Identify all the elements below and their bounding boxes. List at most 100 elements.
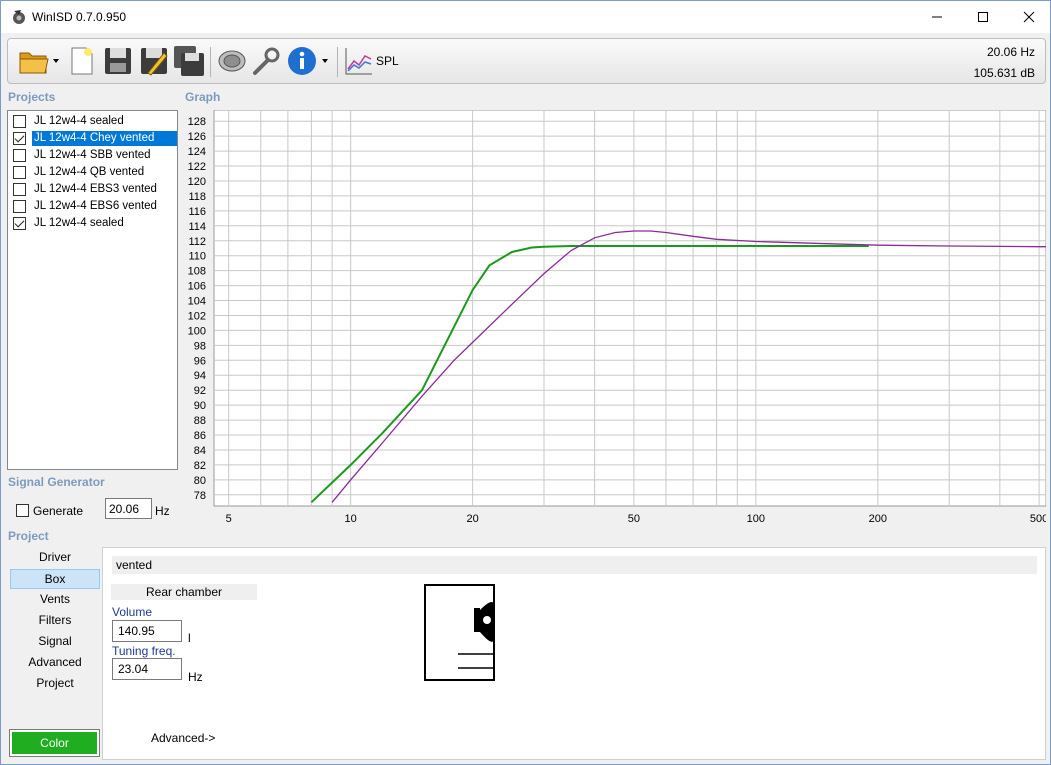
window-title: WinISD 0.7.0.950 — [32, 10, 127, 24]
nav-item-project[interactable]: Project — [10, 674, 100, 694]
level-readout: 105.631 dB — [973, 66, 1035, 80]
spl-graph[interactable]: 78 80 82 84 86 88 90 92 94 96 98 100 102 104 106 108 110… — [181, 110, 1046, 530]
project-checkbox[interactable] — [13, 115, 26, 128]
maximize-button[interactable] — [960, 1, 1006, 33]
nav-item-driver[interactable]: Driver — [10, 548, 100, 568]
project-checkbox[interactable] — [13, 132, 26, 145]
tuning-frequency-label: Tuning freq. — [112, 644, 176, 658]
project-item[interactable]: JL 12w4-4 QB vented — [11, 164, 177, 181]
save-button[interactable] — [102, 45, 134, 77]
tuning-frequency-unit: Hz — [188, 670, 203, 684]
plot-background — [213, 110, 1046, 507]
project-checkbox[interactable] — [13, 149, 26, 162]
open-project-button[interactable] — [18, 45, 50, 77]
x-tick-label: 50 — [628, 513, 640, 525]
project-checkbox[interactable] — [13, 200, 26, 213]
projects-header: Projects — [8, 90, 56, 104]
y-tick-label: 82 — [194, 460, 206, 472]
close-button[interactable] — [1006, 1, 1051, 33]
nav-item-box[interactable]: Box — [10, 569, 100, 589]
maximize-icon — [978, 12, 988, 22]
folder-open-icon — [19, 52, 49, 74]
y-tick-label: 118 — [188, 191, 206, 203]
project-checkbox[interactable] — [13, 217, 26, 230]
x-tick-label: 5 — [226, 513, 232, 525]
minimize-button[interactable] — [914, 1, 960, 33]
project-label[interactable]: JL 12w4-4 Chey vented — [32, 131, 177, 146]
advanced-toggle[interactable]: Advanced-> — [151, 731, 215, 745]
project-label[interactable]: JL 12w4-4 EBS6 vented — [32, 199, 159, 214]
minimize-icon — [932, 16, 942, 18]
y-tick-label: 126 — [188, 131, 206, 143]
chart-icon — [345, 48, 372, 75]
chevron-down-icon[interactable] — [321, 57, 329, 65]
project-label[interactable]: JL 12w4-4 EBS3 vented — [32, 182, 159, 197]
new-project-button[interactable] — [66, 45, 98, 77]
y-tick-label: 94 — [194, 370, 206, 382]
y-tick-label: 96 — [194, 355, 206, 367]
save-all-button[interactable] — [173, 45, 205, 77]
y-tick-label: 112 — [188, 236, 206, 248]
project-item[interactable]: JL 12w4-4 EBS3 vented — [11, 181, 177, 198]
frequency-readout: 20.06 Hz — [986, 45, 1035, 59]
about-button[interactable] — [286, 45, 318, 77]
chevron-down-icon[interactable] — [52, 57, 60, 65]
rear-chamber-tab[interactable]: Rear chamber — [111, 584, 257, 600]
y-tick-label: 110 — [188, 251, 206, 263]
project-label[interactable]: JL 12w4-4 QB vented — [32, 165, 146, 180]
generate-checkbox[interactable] — [16, 504, 29, 517]
generator-frequency-input[interactable] — [105, 498, 152, 519]
options-button[interactable] — [250, 45, 282, 77]
y-tick-label: 92 — [194, 385, 206, 397]
tuning-frequency-input[interactable] — [112, 658, 182, 680]
project-label[interactable]: JL 12w4-4 sealed — [32, 216, 126, 231]
x-tick-label: 20 — [467, 513, 479, 525]
spl-graph-button[interactable] — [343, 45, 375, 77]
project-item[interactable]: JL 12w4-4 EBS6 vented — [11, 198, 177, 215]
y-tick-label: 90 — [194, 400, 206, 412]
project-list[interactable]: JL 12w4-4 sealed JL 12w4-4 Chey vented JL … — [7, 110, 178, 470]
project-checkbox[interactable] — [13, 183, 26, 196]
nav-item-vents[interactable]: Vents — [10, 590, 100, 610]
title-bar: WinISD 0.7.0.950 — [1, 1, 1050, 33]
y-tick-label: 114 — [188, 221, 206, 233]
y-tick-label: 102 — [188, 310, 206, 322]
project-checkbox[interactable] — [13, 166, 26, 179]
x-tick-label: 100 — [747, 513, 765, 525]
nav-item-filters[interactable]: Filters — [10, 611, 100, 631]
x-tick-label: 10 — [345, 513, 357, 525]
save-as-button[interactable] — [138, 45, 170, 77]
project-item[interactable]: JL 12w4-4 sealed — [11, 215, 177, 232]
box-type-selector[interactable]: vented — [112, 556, 1037, 574]
y-tick-label: 108 — [188, 266, 206, 278]
y-tick-label: 124 — [188, 146, 206, 158]
y-tick-label: 86 — [194, 430, 206, 442]
project-label[interactable]: JL 12w4-4 sealed — [32, 114, 126, 129]
project-item[interactable]: JL 12w4-4 Chey vented — [11, 130, 177, 147]
graph-header: Graph — [185, 90, 221, 104]
info-icon — [288, 47, 316, 75]
floppy-pencil-icon — [141, 48, 168, 76]
nav-item-signal[interactable]: Signal — [10, 632, 100, 652]
project-label[interactable]: JL 12w4-4 SBB vented — [32, 148, 153, 163]
y-tick-label: 120 — [188, 176, 206, 188]
y-tick-label: 128 — [188, 116, 206, 128]
volume-input[interactable] — [112, 620, 182, 642]
project-item[interactable]: JL 12w4-4 sealed — [11, 113, 177, 130]
color-button[interactable]: Color — [9, 729, 100, 757]
y-tick-label: 88 — [194, 415, 206, 427]
project-item[interactable]: JL 12w4-4 SBB vented — [11, 147, 177, 164]
volume-label: Volume — [112, 605, 153, 619]
wrench-icon — [253, 47, 280, 75]
y-tick-label: 98 — [194, 340, 206, 352]
y-tick-label: 106 — [188, 281, 206, 293]
project-header: Project — [8, 529, 49, 543]
nav-item-advanced[interactable]: Advanced — [10, 653, 100, 673]
y-tick-label: 78 — [194, 490, 206, 502]
floppy-disk-icon — [105, 48, 131, 74]
signal-generator-header: Signal Generator — [8, 475, 105, 489]
driver-editor-button[interactable] — [216, 45, 248, 77]
y-tick-label: 84 — [194, 445, 206, 457]
box-panel: vented Rear chamber Volume l Tuning freq… — [102, 547, 1046, 760]
floppy-disks-icon — [174, 46, 204, 76]
